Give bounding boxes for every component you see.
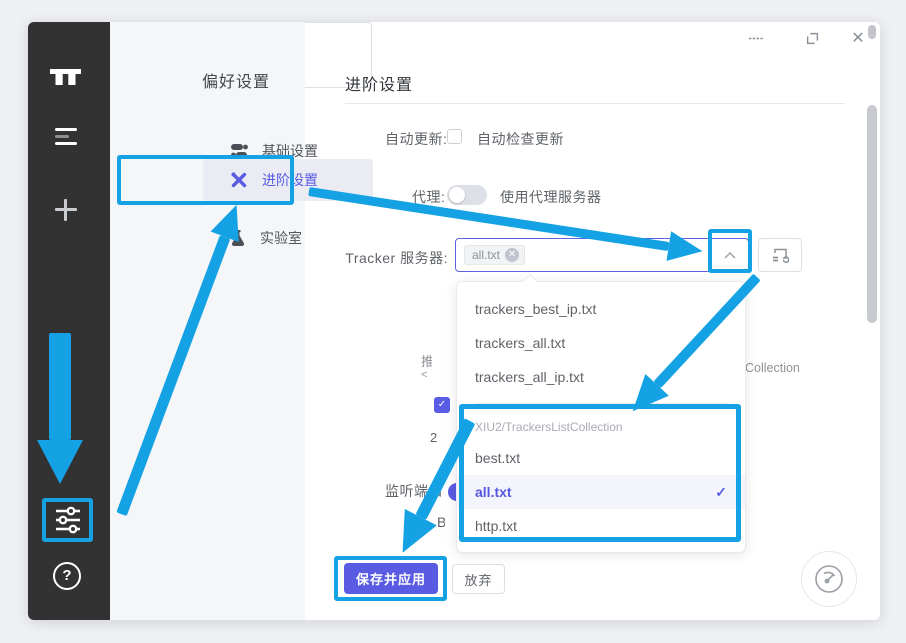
sync-checkbox-fragment[interactable]: ✓ bbox=[434, 397, 450, 413]
menu-item-label: 基础设置 bbox=[262, 141, 318, 161]
basic-settings-icon bbox=[230, 142, 248, 160]
page-title: 进阶设置 bbox=[345, 71, 413, 95]
menu-item-label: 实验室 bbox=[260, 228, 302, 248]
speedometer-icon bbox=[814, 564, 844, 594]
minimize-button[interactable] bbox=[744, 26, 768, 50]
tracker-select-input[interactable]: all.txt ✕ bbox=[455, 238, 749, 272]
chevron-up-icon[interactable] bbox=[724, 252, 736, 259]
tracker-tag: all.txt ✕ bbox=[464, 245, 525, 265]
auto-update-checkbox[interactable] bbox=[447, 129, 462, 144]
motrix-preferences-screen: ? 偏好设置 基础设置 bbox=[0, 0, 906, 643]
content-scrollbar[interactable] bbox=[867, 105, 877, 323]
listen-port-label: 监听端口 bbox=[385, 481, 443, 501]
app-sidebar: ? bbox=[28, 22, 110, 620]
dropdown-option[interactable]: http.txt bbox=[457, 509, 745, 543]
selected-option-label: all.txt bbox=[475, 475, 512, 509]
auto-update-label: 自动更新: bbox=[385, 129, 447, 149]
speed-limit-fab[interactable] bbox=[801, 551, 857, 607]
dropdown-option[interactable]: trackers_all.txt bbox=[457, 326, 745, 360]
description-fragment: < bbox=[421, 369, 427, 381]
toggle-knob bbox=[449, 187, 465, 203]
hours-fragment: 2 bbox=[430, 430, 437, 445]
dropdown-caret bbox=[523, 274, 537, 288]
menu-item-advanced[interactable]: 进阶设置 bbox=[203, 159, 373, 201]
auto-update-checkbox-label[interactable]: 自动检查更新 bbox=[477, 129, 564, 149]
preferences-title: 偏好设置 bbox=[202, 68, 270, 92]
dropdown-option[interactable]: best.txt bbox=[457, 441, 745, 475]
tag-close-icon[interactable]: ✕ bbox=[505, 248, 519, 262]
textarea-scrollbar[interactable] bbox=[868, 25, 876, 39]
app-window: ? 偏好设置 基础设置 bbox=[28, 22, 880, 620]
preferences-panel: 偏好设置 基础设置 进阶设置 bbox=[110, 22, 305, 620]
description-link-tail[interactable]: Collection bbox=[745, 361, 800, 375]
close-button[interactable]: ✕ bbox=[846, 26, 870, 50]
maximize-button[interactable] bbox=[800, 26, 824, 50]
menu-item-label: 进阶设置 bbox=[262, 170, 318, 190]
help-icon[interactable]: ? bbox=[53, 562, 81, 590]
proxy-label: 代理: bbox=[412, 187, 445, 207]
advanced-settings-icon bbox=[230, 171, 248, 189]
bt-label-fragment: B bbox=[437, 514, 445, 532]
save-apply-button[interactable]: 保存并应用 bbox=[344, 563, 438, 594]
dropdown-divider bbox=[475, 403, 727, 404]
discard-button[interactable]: 放弃 bbox=[452, 564, 505, 594]
tracker-dropdown: trackers_best_ip.txt trackers_all.txt tr… bbox=[456, 281, 746, 553]
tracker-tag-label: all.txt bbox=[472, 248, 500, 262]
motrix-logo-icon bbox=[50, 69, 81, 85]
proxy-toggle-label[interactable]: 使用代理服务器 bbox=[500, 187, 602, 207]
dropdown-group-label: XIU2/TrackersListCollection bbox=[457, 413, 745, 441]
sync-trackers-button[interactable] bbox=[758, 238, 802, 272]
dropdown-option[interactable]: trackers_all_ip.txt bbox=[457, 360, 745, 394]
dropdown-option[interactable]: trackers_best_ip.txt bbox=[457, 292, 745, 326]
lab-flask-icon bbox=[230, 229, 246, 247]
description-fragment: 推 bbox=[421, 351, 432, 368]
check-icon: ✓ bbox=[715, 475, 727, 509]
dropdown-option-selected[interactable]: all.txt ✓ bbox=[457, 475, 745, 509]
preferences-tune-icon[interactable] bbox=[54, 505, 82, 535]
title-divider bbox=[345, 103, 845, 104]
proxy-toggle[interactable] bbox=[447, 185, 487, 205]
tracker-label: Tracker 服务器: bbox=[345, 248, 448, 268]
